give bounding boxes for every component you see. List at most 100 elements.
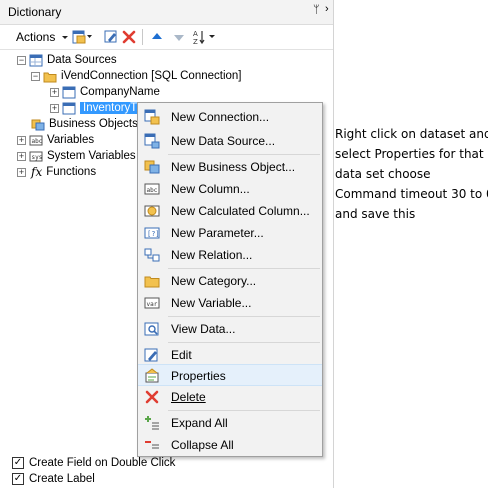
new-business-object-icon (144, 160, 160, 174)
pin-icon[interactable]: ᛘ (313, 4, 320, 16)
tree-node-company-name[interactable]: + CompanyName (50, 84, 160, 100)
sort-az-icon: A Z (193, 30, 215, 45)
edit-icon (104, 30, 117, 43)
panel-titlebar: Dictionary ᛘ › (0, 0, 333, 25)
menu-item-label: New Data Source... (171, 134, 276, 148)
svg-text:abc: abc (147, 187, 158, 194)
table-icon (62, 86, 76, 98)
new-item-button[interactable] (71, 28, 93, 46)
svg-text:[?]: [?] (147, 230, 160, 238)
note-line: data set choose (335, 167, 431, 181)
arrow-down-icon (174, 35, 184, 41)
note-line: and save this (335, 207, 416, 221)
edit-icon (144, 348, 158, 362)
menu-item-label: Properties (171, 369, 226, 383)
new-relation-icon (144, 248, 160, 262)
actions-label: Actions (16, 30, 56, 44)
menu-item-new-column[interactable]: abc New Column... (138, 178, 322, 200)
collapse-icon[interactable]: − (17, 55, 26, 65)
folder-icon (43, 72, 57, 82)
variables-icon: abc (29, 135, 43, 145)
menu-item-new-business-object[interactable]: New Business Object... (138, 156, 322, 178)
menu-item-label: New Parameter... (171, 226, 264, 240)
variable-icon: var (144, 297, 160, 309)
view-data-icon (144, 322, 159, 336)
expand-icon[interactable]: + (50, 103, 59, 113)
menu-item-label: New Column... (171, 182, 250, 196)
instruction-note: Right click on dataset and select Proper… (335, 124, 488, 224)
actions-menu-button[interactable]: Actions (16, 28, 71, 46)
svg-text:Z: Z (193, 38, 198, 45)
menu-item-properties[interactable]: Properties (138, 364, 322, 386)
menu-item-new-data-source[interactable]: New Data Source... (138, 130, 322, 152)
tree-label: System Variables (47, 150, 136, 162)
menu-item-label: Edit (171, 348, 192, 362)
checkbox-checked-icon[interactable]: ✓ (12, 473, 24, 485)
context-menu: New Connection... New Data Source... New… (137, 102, 323, 457)
collapse-icon[interactable]: − (31, 71, 40, 81)
option-label: Create Field on Double Click (29, 457, 176, 469)
menu-item-new-relation[interactable]: New Relation... (138, 244, 322, 266)
expand-icon[interactable]: + (17, 135, 26, 145)
checkbox-checked-icon[interactable]: ✓ (12, 457, 24, 469)
move-down-button[interactable] (173, 28, 185, 46)
menu-item-new-connection[interactable]: New Connection... (138, 106, 322, 128)
tree-label: CompanyName (80, 86, 160, 98)
note-line: select Properties for that (335, 147, 484, 161)
delete-button[interactable] (122, 28, 136, 46)
menu-item-label: New Category... (171, 274, 257, 288)
create-label-option[interactable]: ✓ Create Label (12, 471, 95, 487)
expand-icon[interactable]: + (17, 151, 26, 161)
svg-text:A: A (193, 30, 198, 38)
delete-icon (122, 30, 136, 44)
tree-node-business-objects[interactable]: Business Objects (31, 116, 138, 132)
tree-label: Functions (46, 166, 97, 178)
note-line: Command timeout 30 to 0 (335, 187, 488, 201)
new-item-icon (72, 30, 92, 44)
expand-all-icon (145, 416, 159, 430)
menu-item-view-data[interactable]: View Data... (138, 318, 322, 340)
new-column-icon: abc (144, 183, 160, 195)
tree-node-connection[interactable]: − iVendConnection [SQL Connection] (31, 68, 242, 84)
tree-node-functions[interactable]: + fx Functions (17, 164, 96, 180)
tree-node-data-sources[interactable]: − Data Sources (17, 52, 117, 68)
option-label: Create Label (29, 473, 95, 485)
svg-text:abc: abc (32, 138, 43, 145)
menu-item-label: New Business Object... (171, 160, 296, 174)
menu-item-collapse-all[interactable]: Collapse All (138, 434, 322, 456)
dictionary-toolbar: Actions A Z (0, 25, 333, 50)
menu-item-new-calculated-column[interactable]: New Calculated Column... (138, 200, 322, 222)
svg-text:var: var (147, 301, 158, 308)
expand-icon[interactable]: + (17, 167, 26, 177)
function-icon: fx (31, 165, 43, 179)
menu-item-label: Expand All (171, 416, 228, 430)
close-panel-icon[interactable]: › (325, 3, 329, 15)
tree-node-variables[interactable]: + abc Variables (17, 132, 94, 148)
sort-button[interactable]: A Z (192, 28, 218, 46)
menu-item-label: New Relation... (171, 248, 253, 262)
business-objects-icon (31, 119, 45, 130)
edit-button[interactable] (104, 28, 118, 46)
arrow-up-icon (152, 33, 162, 39)
folder-icon (144, 276, 160, 288)
menu-item-edit[interactable]: Edit (138, 344, 322, 366)
create-field-on-double-click-option[interactable]: ✓ Create Field on Double Click (12, 455, 175, 471)
menu-item-new-parameter[interactable]: [?] New Parameter... (138, 222, 322, 244)
menu-item-label: New Calculated Column... (171, 204, 310, 218)
svg-text:sys: sys (32, 154, 43, 161)
note-line: Right click on dataset and (335, 127, 488, 141)
chevron-down-icon (62, 36, 69, 39)
menu-item-new-category[interactable]: New Category... (138, 270, 322, 292)
tree-node-system-variables[interactable]: + sys System Variables (17, 148, 136, 164)
menu-item-new-variable[interactable]: var New Variable... (138, 292, 322, 314)
expand-icon[interactable]: + (50, 87, 59, 97)
new-connection-icon (144, 109, 160, 125)
menu-item-delete[interactable]: Delete (138, 386, 322, 408)
menu-item-label: Delete (171, 390, 206, 404)
table-icon (62, 102, 76, 114)
tree-label: Business Objects (49, 118, 138, 130)
menu-item-expand-all[interactable]: Expand All (138, 412, 322, 434)
move-up-button[interactable] (151, 28, 163, 46)
tree-label: Data Sources (47, 54, 117, 66)
tree-label: Variables (47, 134, 95, 146)
